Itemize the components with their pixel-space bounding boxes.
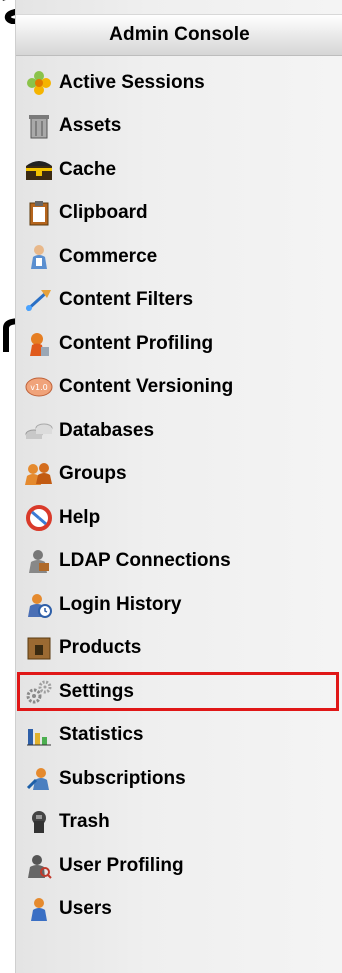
help-ring-icon	[24, 503, 54, 533]
menu-item-label: Groups	[59, 463, 127, 485]
profile-icon	[24, 329, 54, 359]
menu-item-content-profiling[interactable]: Content Profiling	[16, 322, 342, 366]
menu-item-label: Settings	[59, 680, 134, 702]
login-history-icon	[24, 590, 54, 620]
menu-item-label: Databases	[59, 419, 155, 441]
trash-icon	[24, 807, 54, 837]
admin-console-screen: Admin Console Active Sessions Assets Cac…	[0, 0, 342, 973]
menu-item-help[interactable]: Help	[16, 496, 342, 540]
menu-item-label: Content Versioning	[59, 376, 234, 398]
menu-item-login-history[interactable]: Login History	[16, 583, 342, 627]
menu-item-content-versioning[interactable]: v1.0 Content Versioning	[16, 366, 342, 410]
clipboard-icon	[24, 198, 54, 228]
bar-chart-icon	[24, 720, 54, 750]
box-icon	[24, 633, 54, 663]
menu-item-assets[interactable]: Assets	[16, 105, 342, 149]
menu-item-clipboard[interactable]: Clipboard	[16, 192, 342, 236]
menu-item-settings[interactable]: Settings	[16, 670, 342, 714]
menu-item-label: Content Profiling	[59, 332, 214, 354]
treasure-chest-icon	[24, 155, 54, 185]
version-badge-icon: v1.0	[24, 372, 54, 402]
menu-item-label: Trash	[59, 811, 110, 833]
menu-item-label: Content Filters	[59, 289, 194, 311]
ldap-user-icon	[24, 546, 54, 576]
gears-icon	[24, 677, 54, 707]
subscription-icon	[24, 764, 54, 794]
menu-item-databases[interactable]: Databases	[16, 409, 342, 453]
panel-title: Admin Console	[109, 24, 250, 45]
menu-item-label: Login History	[59, 593, 182, 615]
menu-item-cache[interactable]: Cache	[16, 148, 342, 192]
database-icon	[24, 416, 54, 446]
menu-item-active-sessions[interactable]: Active Sessions	[16, 61, 342, 105]
funnel-icon	[24, 285, 54, 315]
menu-item-groups[interactable]: Groups	[16, 453, 342, 497]
menu-item-label: Statistics	[59, 724, 144, 746]
menu-item-label: Assets	[59, 115, 122, 137]
menu-item-label: Products	[59, 637, 142, 659]
menu-item-ldap-connections[interactable]: LDAP Connections	[16, 540, 342, 584]
user-icon	[24, 894, 54, 924]
menu-item-label: User Profiling	[59, 854, 184, 876]
trash-can-icon	[24, 111, 54, 141]
admin-console-panel: Admin Console Active Sessions Assets Cac…	[15, 0, 342, 973]
menu-item-products[interactable]: Products	[16, 627, 342, 671]
svg-text:v1.0: v1.0	[30, 383, 47, 392]
group-icon	[24, 459, 54, 489]
menu-item-label: LDAP Connections	[59, 550, 231, 572]
admin-menu: Active Sessions Assets Cache Clipboard C…	[16, 61, 342, 931]
menu-item-label: Subscriptions	[59, 767, 186, 789]
menu-item-user-profiling[interactable]: User Profiling	[16, 844, 342, 888]
person-icon	[24, 242, 54, 272]
flower-icon	[24, 68, 54, 98]
menu-item-commerce[interactable]: Commerce	[16, 235, 342, 279]
menu-item-trash[interactable]: Trash	[16, 801, 342, 845]
menu-item-label: Commerce	[59, 245, 158, 267]
user-search-icon	[24, 851, 54, 881]
menu-item-label: Help	[59, 506, 101, 528]
panel-header: Admin Console	[16, 14, 342, 56]
menu-item-label: Clipboard	[59, 202, 148, 224]
menu-item-label: Cache	[59, 158, 117, 180]
menu-item-label: Users	[59, 898, 112, 920]
menu-item-subscriptions[interactable]: Subscriptions	[16, 757, 342, 801]
menu-item-label: Active Sessions	[59, 71, 205, 93]
menu-item-content-filters[interactable]: Content Filters	[16, 279, 342, 323]
menu-item-users[interactable]: Users	[16, 888, 342, 932]
menu-item-statistics[interactable]: Statistics	[16, 714, 342, 758]
